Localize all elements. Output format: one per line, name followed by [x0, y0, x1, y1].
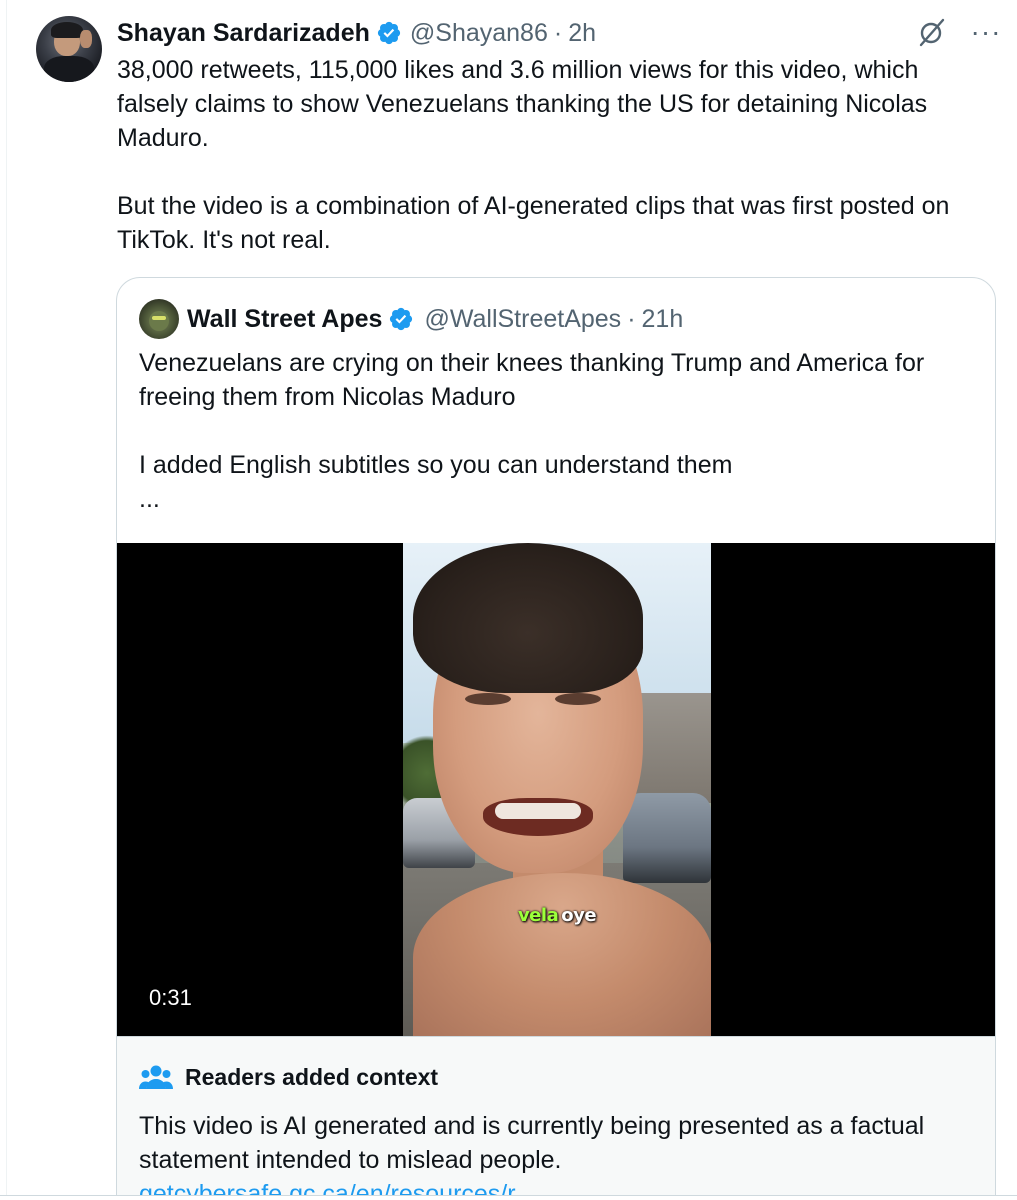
video-subtitle: vela oye: [403, 905, 711, 926]
video-thumbnail: vela oye: [403, 543, 711, 1036]
quoted-paragraph: I added English subtitles so you can und…: [139, 451, 733, 479]
quoted-tweet-header: Wall Street Apes @WallStreetApes · 21h: [139, 298, 683, 340]
quoted-tweet-timestamp[interactable]: 21h: [642, 305, 684, 334]
more-options-icon[interactable]: ···: [970, 18, 1002, 46]
video-duration-badge: 0:31: [139, 979, 202, 1017]
quoted-author-avatar[interactable]: [139, 299, 179, 339]
dot-separator: ·: [627, 304, 636, 333]
tweet-author-line: Shayan Sardarizadeh @Shayan86 · 2h: [117, 16, 596, 50]
tweet-timestamp[interactable]: 2h: [568, 19, 596, 48]
community-note-header: Readers added context: [139, 1061, 438, 1093]
timeline-divider: [6, 0, 7, 1200]
people-icon: [139, 1065, 173, 1089]
dot-separator: ·: [553, 18, 563, 47]
community-note-text: This video is AI generated and is curren…: [139, 1112, 925, 1174]
community-note: Readers added context This video is AI g…: [117, 1036, 995, 1200]
tweet-text: 38,000 retweets, 115,000 likes and 3.6 m…: [117, 53, 987, 257]
tweet-page: Shayan Sardarizadeh @Shayan86 · 2h ··· 3…: [0, 0, 1017, 1200]
tweet-paragraph: 38,000 retweets, 115,000 likes and 3.6 m…: [117, 56, 928, 152]
quoted-tweet-card[interactable]: Wall Street Apes @WallStreetApes · 21h V…: [116, 277, 996, 1200]
subtitle-word-highlight: vela: [517, 905, 559, 926]
video-player[interactable]: vela oye 0:31: [117, 543, 995, 1036]
verified-badge-icon: [377, 21, 400, 45]
tweet-top-actions: ···: [916, 16, 1002, 48]
bottom-divider: [0, 1195, 1017, 1200]
author-handle[interactable]: @Shayan86: [410, 19, 548, 48]
author-name[interactable]: Shayan Sardarizadeh: [117, 19, 370, 48]
show-more-ellipsis[interactable]: ...: [139, 482, 969, 516]
verified-badge-icon: [390, 307, 413, 331]
quoted-author-name[interactable]: Wall Street Apes: [187, 305, 382, 334]
quoted-paragraph: Venezuelans are crying on their knees th…: [139, 349, 925, 411]
subtitle-word: oye: [561, 905, 597, 926]
quoted-author-handle[interactable]: @WallStreetApes: [424, 305, 621, 334]
quoted-tweet-text: Venezuelans are crying on their knees th…: [139, 346, 969, 516]
grok-icon[interactable]: [916, 16, 948, 48]
community-note-title: Readers added context: [185, 1063, 439, 1090]
author-avatar[interactable]: [36, 16, 102, 82]
tweet-paragraph: But the video is a combination of AI-gen…: [117, 192, 950, 254]
